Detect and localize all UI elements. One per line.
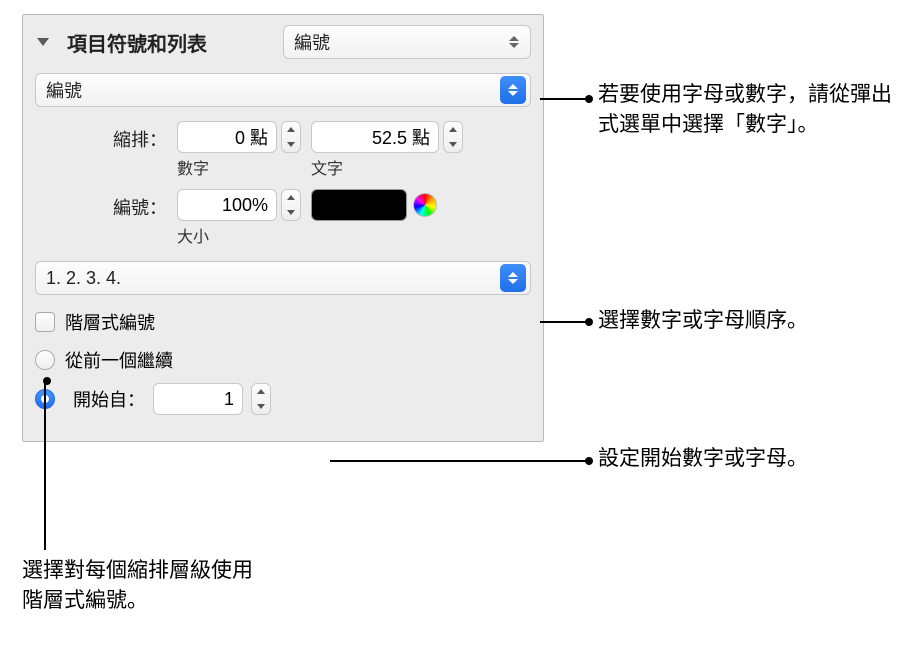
- bullets-lists-panel: 項目符號和列表 編號 編號 縮排： 數字: [22, 14, 544, 442]
- callout-sequence: 選擇數字或字母順序。: [598, 306, 808, 336]
- indent-number-input[interactable]: [177, 121, 277, 153]
- indent-label: 縮排：: [95, 121, 167, 152]
- numbering-size-input[interactable]: [177, 189, 277, 221]
- start-from-stepper[interactable]: [251, 383, 271, 415]
- panel-header: 項目符號和列表 編號: [35, 25, 531, 59]
- numbering-label: 編號：: [95, 189, 167, 220]
- numbering-size-caption: 大小: [177, 223, 301, 247]
- callout-line: [330, 460, 592, 462]
- callout-line-vertical: [44, 380, 46, 550]
- hierarchical-checkbox[interactable]: [35, 312, 55, 332]
- continue-label: 從前一個繼續: [65, 347, 173, 373]
- indent-number-stepper[interactable]: [281, 121, 301, 153]
- callout-hierarchical: 選擇對每個縮排層級使用階層式編號。: [22, 556, 262, 617]
- callout-start: 設定開始數字或字母。: [598, 444, 808, 474]
- list-style-select[interactable]: 編號: [283, 25, 531, 59]
- disclosure-triangle-icon[interactable]: [37, 38, 49, 46]
- updown-arrows-icon: [500, 76, 526, 104]
- list-style-value: 編號: [294, 29, 330, 55]
- numbering-size-stepper[interactable]: [281, 189, 301, 221]
- hierarchical-label: 階層式編號: [65, 309, 155, 335]
- number-color-swatch[interactable]: [311, 189, 407, 221]
- callout-format: 若要使用字母或數字，請從彈出式選單中選擇「數字」。: [598, 80, 898, 141]
- panel-title: 項目符號和列表: [67, 28, 207, 57]
- number-format-select[interactable]: 編號: [35, 73, 531, 107]
- indent-text-input[interactable]: [311, 121, 439, 153]
- updown-arrows-icon: [500, 264, 526, 292]
- updown-arrows-icon: [502, 29, 526, 55]
- indent-number-caption: 數字: [177, 155, 301, 179]
- indent-text-caption: 文字: [311, 155, 463, 179]
- indent-text-stepper[interactable]: [443, 121, 463, 153]
- callout-line: [540, 321, 592, 323]
- start-from-input[interactable]: [153, 383, 243, 415]
- sequence-value: 1. 2. 3. 4.: [46, 268, 121, 289]
- callout-line: [540, 98, 592, 100]
- sequence-select[interactable]: 1. 2. 3. 4.: [35, 261, 531, 295]
- number-format-value: 編號: [46, 77, 82, 103]
- continue-radio[interactable]: [35, 350, 55, 370]
- color-wheel-icon[interactable]: [413, 193, 437, 217]
- start-from-label: 開始自：: [73, 386, 145, 412]
